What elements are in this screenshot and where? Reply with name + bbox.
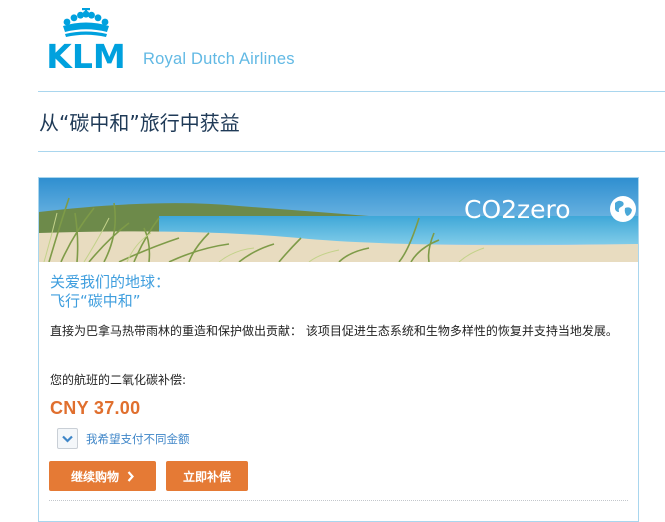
continue-shopping-button[interactable]: 继续购物 xyxy=(49,461,156,491)
card-heading-line2: 飞行“碳中和” xyxy=(50,292,141,310)
project-description: 直接为巴拿马热带雨林的重造和保护做出贡献： 该项目促进生态系统和生物多样性的恢复… xyxy=(50,324,618,338)
header: KLM Royal Dutch Airlines xyxy=(0,0,665,92)
continue-shopping-label: 继续购物 xyxy=(70,469,119,484)
crown-icon xyxy=(63,8,109,37)
klm-logo: KLM xyxy=(46,8,126,70)
card-heading: 关爱我们的地球： 飞行“碳中和” xyxy=(50,273,170,311)
dotted-divider xyxy=(49,500,628,501)
beach-banner-image: CO2zero xyxy=(39,178,638,262)
divider xyxy=(38,151,665,152)
page-title: 从“碳中和”旅行中获益 xyxy=(39,111,240,135)
co2-offer-card: CO2zero 关爱我们的地球： 飞行“碳中和” 直接为巴拿马热带雨林的重造和保… xyxy=(38,177,639,522)
globe-icon xyxy=(610,196,636,222)
compensate-now-label: 立即补偿 xyxy=(182,469,231,484)
co2zero-text: CO2zero xyxy=(464,195,571,224)
compensation-amount: CNY 37.00 xyxy=(50,398,141,418)
compensate-now-button[interactable]: 立即补偿 xyxy=(166,461,248,491)
logo-text: KLM xyxy=(46,37,125,70)
chevron-down-icon[interactable] xyxy=(57,428,78,449)
different-amount-toggle[interactable]: 我希望支付不同金额 xyxy=(57,428,190,449)
compensation-label: 您的航班的二氧化碳补偿: xyxy=(50,373,187,387)
chevron-right-icon xyxy=(127,470,134,482)
tagline: Royal Dutch Airlines xyxy=(143,50,295,68)
card-heading-line1: 关爱我们的地球： xyxy=(50,273,171,291)
divider xyxy=(38,91,665,92)
different-amount-label[interactable]: 我希望支付不同金额 xyxy=(86,431,190,447)
